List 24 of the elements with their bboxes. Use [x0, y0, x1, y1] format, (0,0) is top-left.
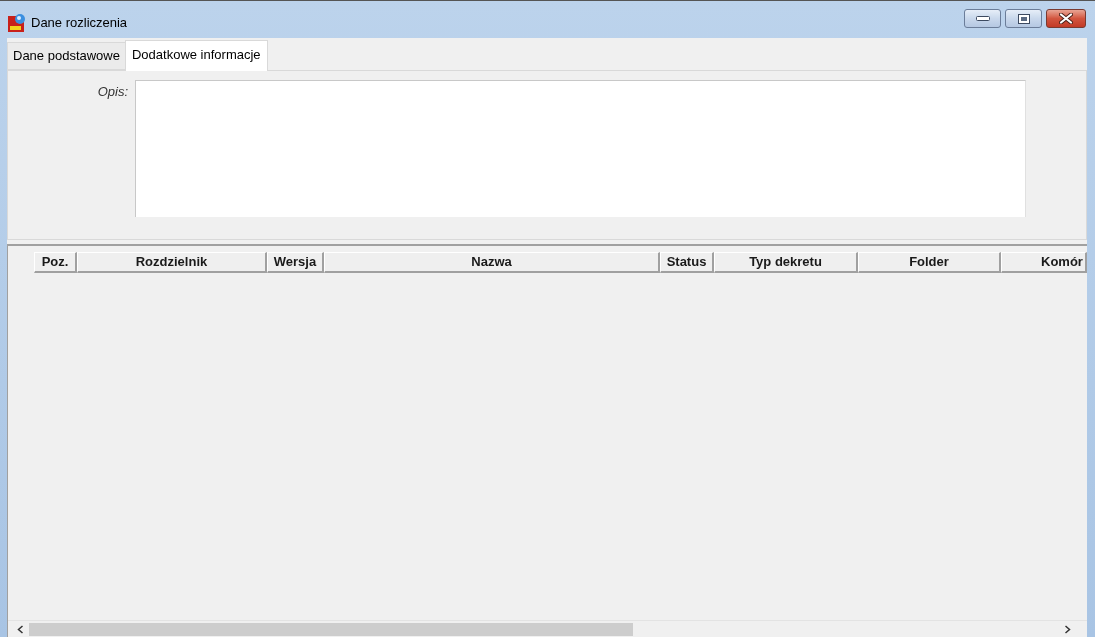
scroll-right-icon[interactable] [1064, 624, 1071, 634]
minimize-button[interactable] [964, 9, 1001, 28]
column-header[interactable]: Typ dekretu [714, 252, 858, 273]
column-header[interactable]: Status [660, 252, 714, 273]
scrollbar-thumb[interactable] [29, 622, 633, 636]
column-header[interactable]: Rozdzielnik [77, 252, 267, 273]
column-header[interactable]: Komór [1001, 252, 1087, 273]
column-header[interactable]: Poz. [34, 252, 77, 273]
minimize-icon [975, 16, 990, 21]
tab[interactable]: Dane podstawowe [7, 42, 125, 70]
maximize-icon [1017, 13, 1030, 24]
close-icon [1059, 13, 1073, 24]
close-button[interactable] [1046, 9, 1086, 28]
description-field[interactable] [135, 80, 1026, 217]
description-label: Opis: [97, 83, 128, 101]
tab[interactable]: Dodatkowe informacje [124, 40, 268, 71]
horizontal-scrollbar[interactable] [8, 620, 1087, 637]
maximize-button[interactable] [1005, 9, 1042, 28]
scroll-left-icon[interactable] [17, 624, 24, 634]
column-header[interactable]: Folder [858, 252, 1001, 273]
column-header[interactable]: Nazwa [324, 252, 660, 273]
column-header[interactable]: Wersja [267, 252, 324, 273]
window-title: Dane rozliczenia [31, 13, 128, 32]
app-logo-icon [8, 13, 26, 32]
